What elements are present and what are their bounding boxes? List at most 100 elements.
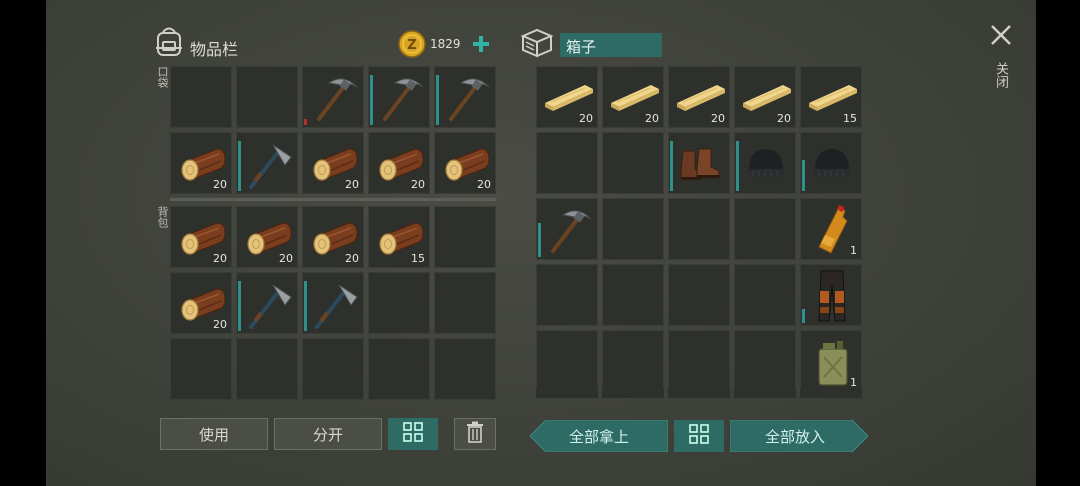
trash-button[interactable]	[454, 418, 496, 450]
split-button[interactable]: 分开	[274, 418, 382, 450]
backpack-slot[interactable]	[368, 272, 430, 334]
durability-bar	[436, 75, 439, 125]
chest-slot[interactable]	[536, 264, 598, 326]
backpack-slot[interactable]: 20	[170, 206, 232, 268]
backpack-slot[interactable]	[236, 338, 298, 400]
chest-slot[interactable]: 20	[734, 66, 796, 128]
backpack-slot[interactable]: 20	[302, 206, 364, 268]
chest-slot[interactable]: 15	[800, 66, 862, 128]
backpack-slot[interactable]	[302, 338, 364, 400]
backpack-slot[interactable]	[302, 272, 364, 334]
item-quantity: 20	[345, 178, 359, 191]
trash-icon	[466, 421, 484, 447]
chest-slot[interactable]	[668, 132, 730, 194]
item-quantity: 20	[279, 252, 293, 265]
take-all-label: 全部拿上	[568, 428, 629, 446]
chest-slot[interactable]	[668, 330, 730, 392]
svg-text:Z: Z	[407, 38, 416, 53]
item-quantity: 20	[777, 112, 791, 125]
chest-slot[interactable]: 20	[668, 66, 730, 128]
chest-slot[interactable]	[536, 198, 598, 260]
backpack-slot[interactable]: 20	[170, 272, 232, 334]
backpack-slot[interactable]: 20	[236, 206, 298, 268]
sort-inventory-button[interactable]	[388, 418, 438, 450]
pocket-slot[interactable]	[170, 66, 232, 128]
use-button[interactable]: 使用	[160, 418, 268, 450]
chest-slot[interactable]: 20	[536, 66, 598, 128]
put-all-label: 全部放入	[764, 428, 825, 446]
chest-slot[interactable]	[734, 264, 796, 326]
sort-chest-button[interactable]	[674, 420, 724, 452]
coin-icon: Z	[398, 30, 426, 62]
durability-bar	[802, 309, 805, 323]
pocket-label: 口袋	[156, 66, 169, 88]
durability-bar	[238, 281, 241, 331]
chest-slot[interactable]: 20	[602, 66, 664, 128]
backpack-label: 背包	[156, 206, 169, 228]
close-button[interactable]: 关闭	[986, 22, 1016, 102]
pocket-slot[interactable]	[236, 66, 298, 128]
item-quantity: 15	[411, 252, 425, 265]
chest-slot[interactable]	[800, 132, 862, 194]
coin-count: 1829	[430, 37, 461, 51]
chest-slot[interactable]	[734, 132, 796, 194]
chest-slot[interactable]	[734, 330, 796, 392]
item-quantity: 20	[579, 112, 593, 125]
inventory-title: 物品栏	[190, 40, 239, 59]
add-coins-button[interactable]	[470, 33, 492, 55]
chest-slot[interactable]	[800, 264, 862, 326]
pocket-slot[interactable]: 20	[368, 132, 430, 194]
chest-slot[interactable]: 1	[800, 198, 862, 260]
game-screen: 物品栏 Z 1829 口袋 背包 20 20 20 20 20 20 20 15 20 使用 …	[46, 0, 1036, 486]
chest-slot[interactable]	[536, 330, 598, 392]
item-quantity: 20	[645, 112, 659, 125]
backpack-slot[interactable]	[434, 338, 496, 400]
pocket-slot[interactable]: 20	[170, 132, 232, 194]
durability-bar	[736, 141, 739, 191]
chest-slot[interactable]	[602, 330, 664, 392]
backpack-slot[interactable]	[434, 206, 496, 268]
item-quantity: 20	[477, 178, 491, 191]
chest-title: 箱子	[566, 38, 597, 56]
item-quantity: 20	[213, 252, 227, 265]
chest-grid-overflow[interactable]	[536, 388, 862, 398]
chest-slot[interactable]	[602, 132, 664, 194]
backpack-slot[interactable]	[434, 272, 496, 334]
chest-slot[interactable]	[734, 198, 796, 260]
take-all-button[interactable]: 全部拿上	[530, 420, 668, 452]
durability-bar	[538, 223, 541, 257]
item-quantity: 20	[411, 178, 425, 191]
pocket-slot[interactable]	[236, 132, 298, 194]
chest-slot[interactable]: 1	[800, 330, 862, 392]
chest-slot[interactable]	[536, 132, 598, 194]
chest-slot[interactable]	[668, 198, 730, 260]
durability-bar	[370, 75, 373, 125]
backpack-slot[interactable]	[170, 338, 232, 400]
durability-bar	[802, 160, 805, 191]
durability-bar	[304, 281, 307, 331]
item-quantity: 20	[213, 178, 227, 191]
chest-slot[interactable]	[602, 198, 664, 260]
pocket-slot[interactable]	[434, 66, 496, 128]
item-quantity: 20	[213, 318, 227, 331]
pocket-slot[interactable]: 20	[434, 132, 496, 194]
chest-slot[interactable]	[668, 264, 730, 326]
grid-sort-icon	[689, 424, 709, 448]
durability-bar	[670, 141, 673, 191]
backpack-icon	[154, 26, 184, 62]
close-icon	[988, 22, 1014, 52]
section-divider	[170, 198, 496, 201]
backpack-slot[interactable]: 15	[368, 206, 430, 268]
item-quantity: 20	[711, 112, 725, 125]
backpack-slot[interactable]	[236, 272, 298, 334]
chest-title-box: 箱子	[560, 33, 662, 57]
item-quantity: 15	[843, 112, 857, 125]
chest-slot[interactable]	[602, 264, 664, 326]
put-all-button[interactable]: 全部放入	[730, 420, 868, 452]
pocket-slot[interactable]	[368, 66, 430, 128]
pocket-slot[interactable]	[302, 66, 364, 128]
grid-sort-icon	[403, 422, 423, 446]
backpack-slot[interactable]	[368, 338, 430, 400]
pocket-slot[interactable]: 20	[302, 132, 364, 194]
close-label: 关闭	[993, 62, 1008, 88]
